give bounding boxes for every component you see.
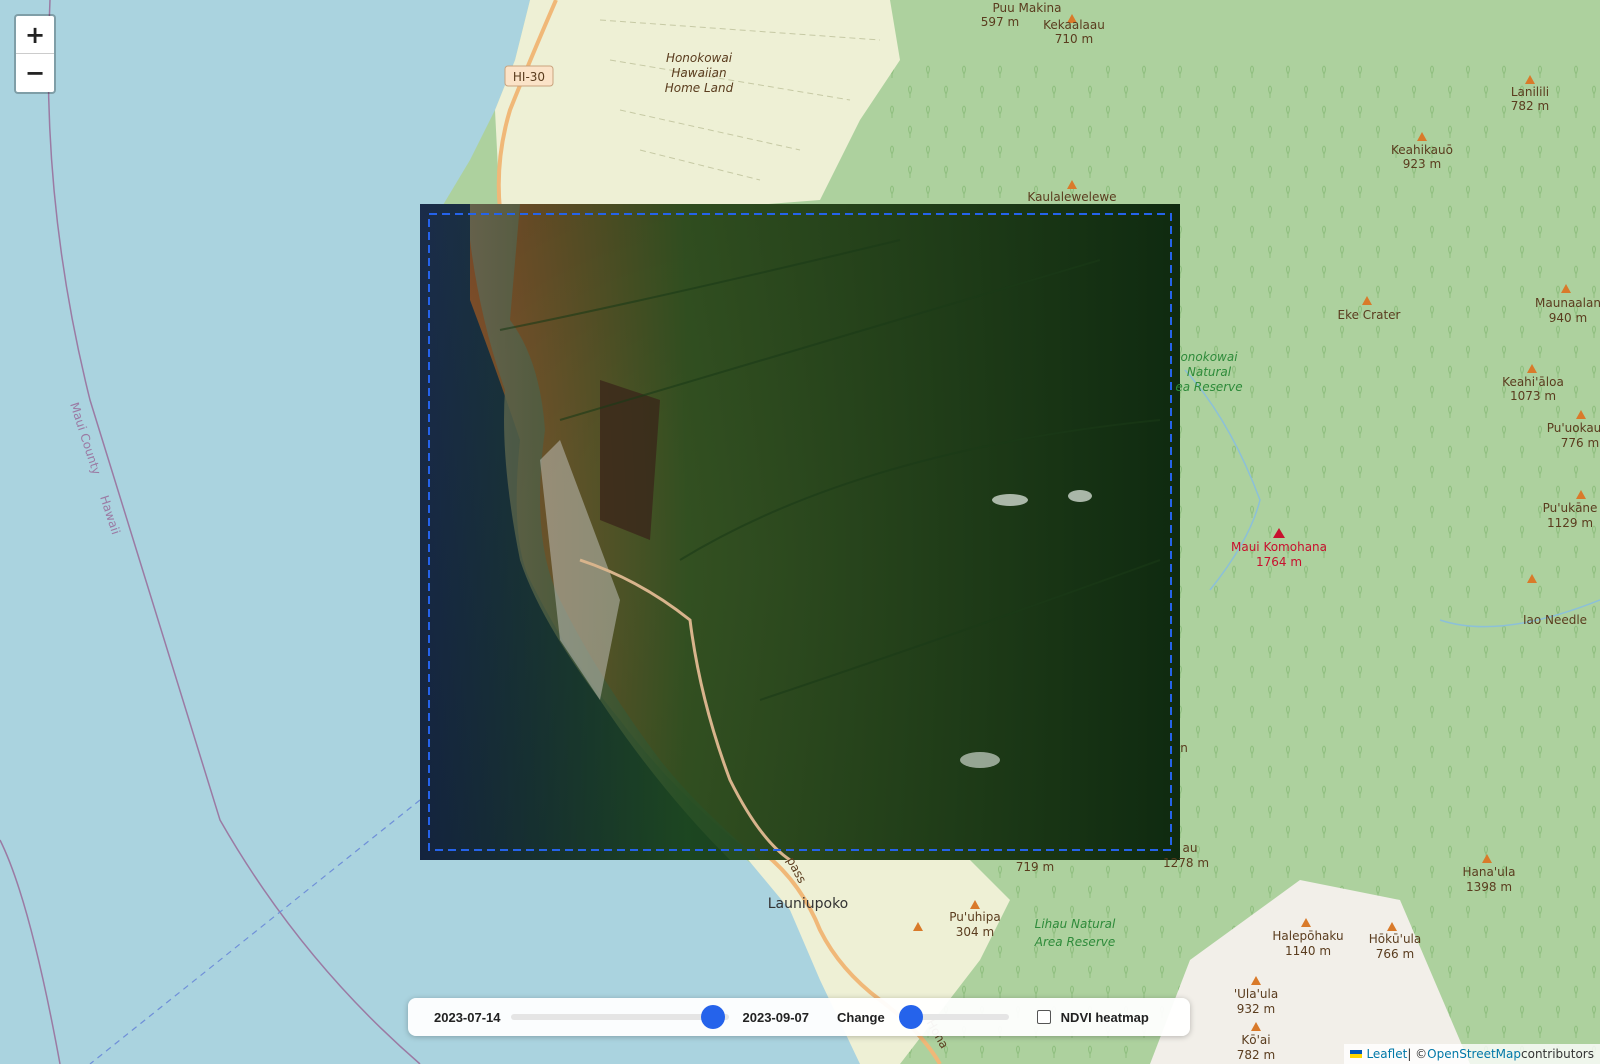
label-halepohaku-elev: 1140 m [1285,944,1331,958]
map-attribution: Leaflet | © OpenStreetMap contributors [1344,1044,1600,1064]
satellite-imagery [420,204,1180,862]
label-kekaalaau: Kekaalaau [1043,18,1105,32]
zoom-out-button[interactable]: − [16,54,54,91]
label-natural-reserve-2: Natural [1187,365,1232,379]
label-hanaula-elev: 1398 m [1466,880,1512,894]
ndvi-heatmap-label[interactable]: NDVI heatmap [1061,1010,1149,1025]
label-ulaula-elev: 932 m [1237,1002,1275,1016]
start-date-label: 2023-07-14 [434,1009,501,1025]
label-koai-elev: 782 m [1237,1048,1275,1062]
road-shield-hi30: HI-30 [504,65,554,87]
attribution-contributors: contributors [1521,1047,1594,1061]
label-kekaalaau-elev: 710 m [1055,32,1093,46]
label-puukane: Pu'ukāne [1543,501,1598,515]
label-lihau-reserve-2: Area Reserve [1034,935,1115,949]
label-keahialoa-elev: 1073 m [1510,389,1556,403]
date-range-slider[interactable] [510,1005,729,1029]
change-slider[interactable] [898,1005,1009,1029]
label-maui-komohana: Maui Komohana [1231,540,1327,554]
label-halepohaku: Halepōhaku [1272,929,1343,943]
label-ulaula: 'Ula'ula [1234,987,1278,1001]
basemap: Puu Makina 597 m Kekaalaau 710 m Honokow… [0,0,1600,1064]
zoom-control: + − [14,14,56,94]
map-canvas[interactable]: Puu Makina 597 m Kekaalaau 710 m Honokow… [0,0,1600,1064]
ndvi-heatmap-checkbox[interactable] [1036,1010,1051,1024]
label-lanilili-elev: 782 m [1511,99,1549,113]
label-keahikauo: Keahikauō [1391,143,1453,157]
label-puuokau-elev: 776 m [1561,436,1599,450]
end-date-label: 2023-09-07 [742,1009,810,1025]
svg-text:HI-30: HI-30 [513,70,545,84]
label-iao-needle: Iao Needle [1523,613,1587,627]
label-lihau-peak-elev: 1278 m [1163,856,1209,870]
label-maui-komohana-elev: 1764 m [1256,555,1302,569]
attribution-separator: | © [1407,1047,1428,1061]
zoom-in-button[interactable]: + [16,16,54,54]
label-hokuula: Hōkū'ula [1369,932,1422,946]
change-slider-thumb[interactable] [898,1005,923,1029]
label-hanaula: Hana'ula [1463,865,1516,879]
label-puuhipa-elev: 304 m [956,925,994,939]
label-honokowai-1: Honokowai [666,51,733,65]
label-lanilili: Lanilili [1511,85,1549,99]
label-puuhipa: Pu'uhipa [949,910,1000,924]
label-honokowai-2: Hawaiian [671,66,726,80]
label-natural-reserve-3: ea Reserve [1175,380,1242,394]
label-lihau-reserve-1: Lihau Natural [1035,917,1116,931]
label-puu-makina-elev: 597 m [981,15,1019,29]
date-slider-thumb[interactable] [700,1005,725,1029]
label-eke-crater: Eke Crater [1338,308,1401,322]
label-keahialoa: Keahi'āloa [1502,375,1564,389]
leaflet-link[interactable]: Leaflet [1366,1047,1407,1061]
change-label: Change [837,1009,885,1025]
label-lihau-peak: au [1183,841,1198,855]
timeline-control-panel: 2023-07-14 2023-09-07 Change NDVI heatma… [408,998,1190,1036]
label-puuokau: Pu'uokau [1547,421,1600,435]
label-maunaalani: Maunaalan [1535,296,1600,310]
label-koai: Kō'ai [1241,1033,1270,1047]
label-launiupoko: Launiupoko [768,896,849,912]
label-edge-m: n [1180,741,1188,755]
label-puukane-elev: 1129 m [1547,516,1593,530]
label-hokuula-elev: 766 m [1376,947,1414,961]
label-elev-719: 719 m [1016,860,1054,874]
label-kaulalewelewe: Kaulalewelewe [1027,190,1116,204]
label-maunaalani-elev: 940 m [1549,311,1587,325]
label-natural-reserve-1: onokowai [1180,350,1238,364]
label-keahikauo-elev: 923 m [1403,157,1441,171]
openstreetmap-link[interactable]: OpenStreetMap [1427,1047,1521,1061]
label-honokowai-3: Home Land [665,81,734,95]
ukraine-flag-icon [1350,1050,1363,1058]
label-puu-makina: Puu Makina [993,1,1062,15]
